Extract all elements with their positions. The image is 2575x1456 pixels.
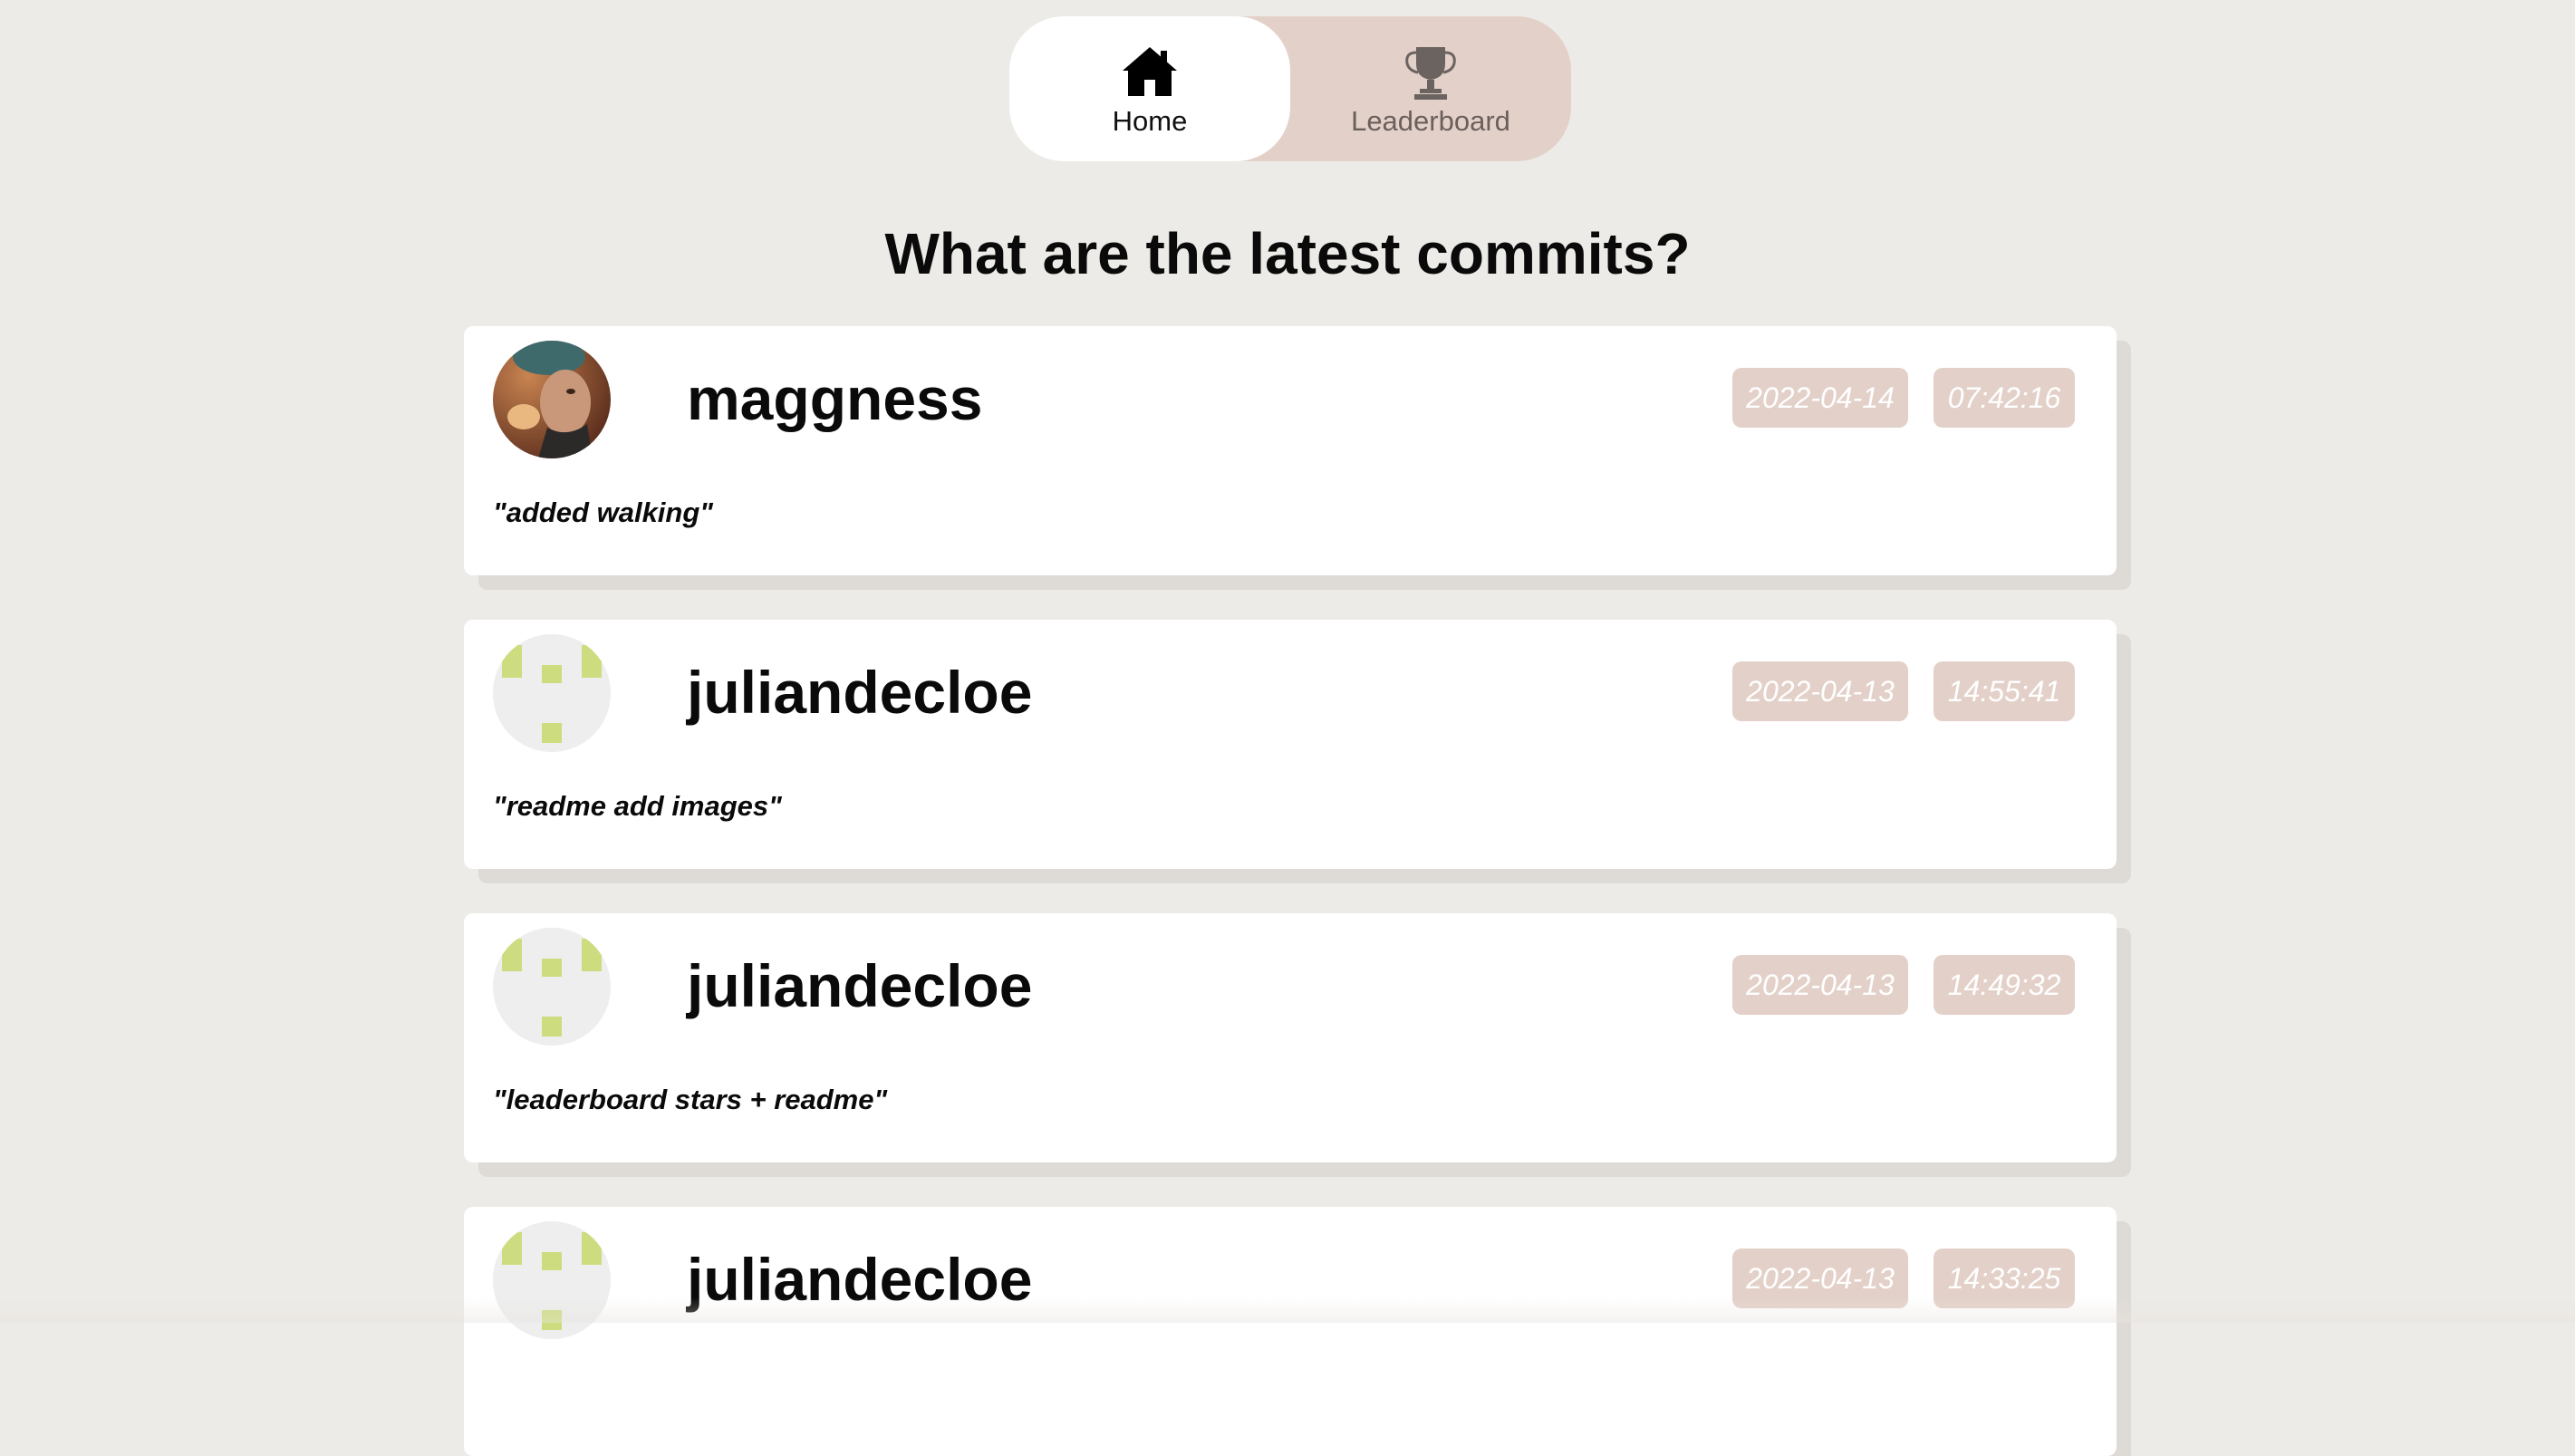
commit-card: maggness 2022-04-14 07:42:16 "added walk… — [464, 326, 2117, 575]
commit-username[interactable]: juliandecloe — [687, 950, 1032, 1022]
commit-time-badge: 14:49:32 — [1934, 955, 2075, 1015]
commit-card: juliandecloe 2022-04-13 14:49:32 "leader… — [464, 913, 2117, 1162]
identicon-icon — [493, 928, 611, 1046]
commit-card: juliandecloe 2022-04-13 14:55:41 "readme… — [464, 620, 2117, 869]
nav-leaderboard-label: Leaderboard — [1351, 105, 1510, 137]
trophy-icon — [1405, 47, 1456, 100]
main-nav: Home Leaderboard — [1009, 16, 1571, 161]
commit-message: "added walking" — [493, 497, 713, 528]
nav-home-tab[interactable]: Home — [1009, 16, 1290, 161]
avatar — [493, 341, 611, 458]
commit-card: juliandecloe 2022-04-13 14:33:25 — [464, 1207, 2117, 1456]
commit-date-badge: 2022-04-14 — [1732, 368, 1908, 428]
identicon-icon — [493, 1221, 611, 1339]
nav-home-label: Home — [1112, 105, 1188, 137]
commit-time-badge: 14:55:41 — [1934, 661, 2075, 721]
avatar — [493, 634, 611, 752]
identicon-icon — [493, 634, 611, 752]
commit-message: "leaderboard stars + readme" — [493, 1084, 888, 1115]
commit-date-badge: 2022-04-13 — [1732, 661, 1908, 721]
home-icon — [1123, 47, 1177, 96]
commit-time-badge: 07:42:16 — [1934, 368, 2075, 428]
page-title: What are the latest commits? — [884, 221, 1691, 286]
avatar — [493, 1221, 611, 1339]
avatar — [493, 928, 611, 1046]
commit-time-badge: 14:33:25 — [1934, 1249, 2075, 1308]
commit-date-badge: 2022-04-13 — [1732, 955, 1908, 1015]
commit-username[interactable]: maggness — [687, 362, 982, 435]
user-photo-icon — [493, 341, 611, 458]
nav-leaderboard-tab[interactable]: Leaderboard — [1290, 16, 1571, 161]
commit-date-badge: 2022-04-13 — [1732, 1249, 1908, 1308]
commit-username[interactable]: juliandecloe — [687, 1243, 1032, 1316]
commit-username[interactable]: juliandecloe — [687, 656, 1032, 728]
commit-message: "readme add images" — [493, 790, 782, 822]
